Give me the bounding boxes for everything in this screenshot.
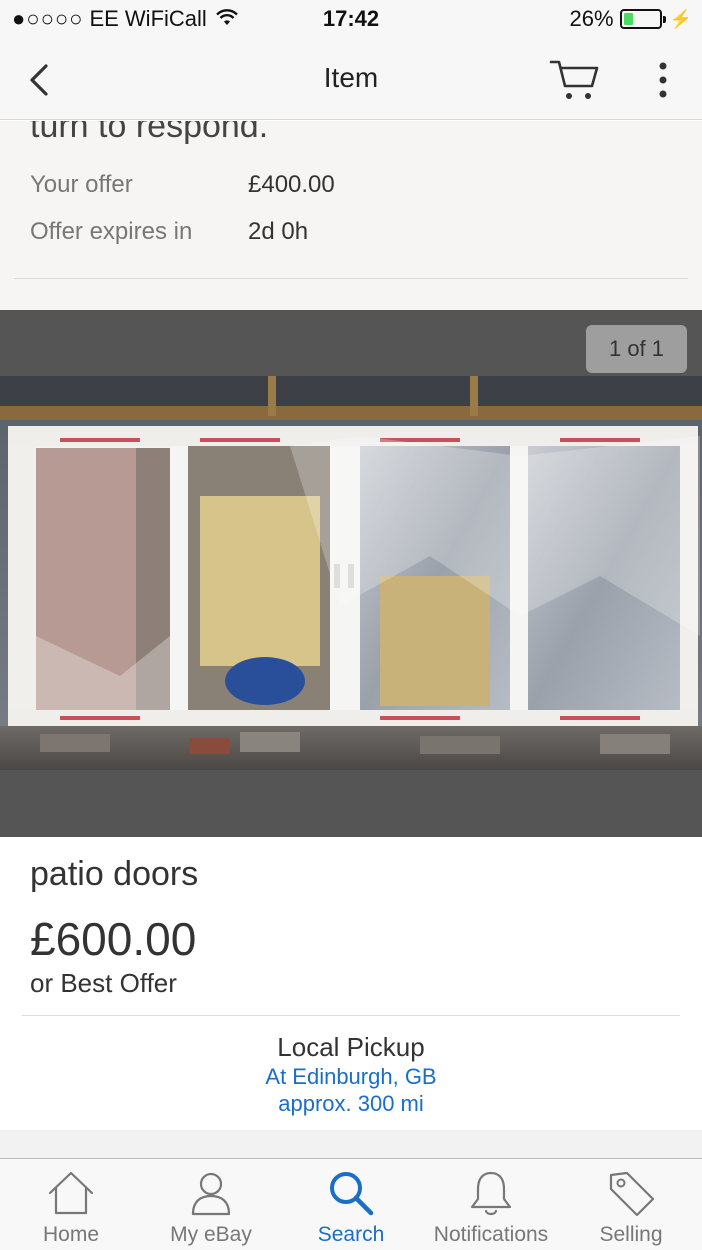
nav-bar: Item bbox=[0, 40, 702, 120]
charging-bolt-icon: ⚡ bbox=[669, 8, 692, 29]
your-offer-label: Your offer bbox=[30, 171, 133, 198]
battery-fill bbox=[623, 13, 633, 25]
cart-button[interactable] bbox=[548, 56, 602, 104]
cart-icon bbox=[549, 60, 599, 99]
divider bbox=[14, 278, 688, 279]
status-bar: ●○○○○ EE WiFiCall 17:42 26% ⚡ bbox=[0, 0, 702, 40]
home-icon bbox=[48, 1171, 94, 1215]
tab-my-ebay[interactable]: My eBay bbox=[141, 1159, 281, 1250]
your-offer-value: £400.00 bbox=[248, 171, 335, 198]
section-spacer bbox=[0, 1130, 702, 1158]
image-gallery[interactable]: 1 of 1 bbox=[0, 310, 702, 837]
offer-expires-row: Offer expires in 2d 0h bbox=[30, 218, 308, 246]
tab-search[interactable]: Search bbox=[281, 1159, 421, 1250]
item-title: patio doors bbox=[30, 855, 199, 893]
best-offer-label: or Best Offer bbox=[30, 968, 177, 998]
offer-expires-label: Offer expires in bbox=[30, 218, 193, 245]
chevron-left-icon bbox=[30, 64, 48, 96]
tab-my-ebay-label: My eBay bbox=[170, 1223, 252, 1246]
your-offer-row: Your offer £400.00 bbox=[30, 171, 335, 199]
tag-icon bbox=[609, 1171, 655, 1217]
bell-icon bbox=[470, 1171, 512, 1216]
tab-notifications-label: Notifications bbox=[433, 1223, 549, 1246]
search-icon bbox=[330, 1172, 374, 1216]
item-photo[interactable] bbox=[0, 376, 702, 770]
pickup-distance-link[interactable]: approx. 300 mi bbox=[0, 1091, 702, 1117]
tab-selling[interactable]: Selling bbox=[561, 1159, 701, 1250]
offer-message: turn to respond. bbox=[30, 121, 269, 145]
pickup-title: Local Pickup bbox=[277, 1032, 425, 1062]
tab-search-label: Search bbox=[317, 1223, 385, 1246]
image-counter: 1 of 1 bbox=[586, 325, 687, 373]
more-options-button[interactable] bbox=[648, 58, 678, 102]
item-price: £600.00 bbox=[30, 913, 197, 965]
back-button[interactable] bbox=[22, 60, 58, 100]
tab-bar: Home My eBay Search Notifications Sellin… bbox=[0, 1158, 702, 1250]
offer-expires-value: 2d 0h bbox=[248, 218, 309, 245]
offer-section: turn to respond. Your offer £400.00 Offer… bbox=[0, 121, 702, 310]
tab-home[interactable]: Home bbox=[1, 1159, 141, 1250]
tab-notifications[interactable]: Notifications bbox=[421, 1159, 561, 1250]
more-vertical-icon bbox=[659, 62, 667, 98]
divider bbox=[22, 1015, 680, 1016]
status-right: 26% ⚡ bbox=[570, 6, 692, 32]
battery-percent: 26% bbox=[569, 6, 614, 31]
tab-home-label: Home bbox=[42, 1223, 100, 1246]
tab-selling-label: Selling bbox=[599, 1223, 663, 1246]
battery-icon bbox=[619, 9, 666, 29]
person-icon bbox=[191, 1172, 231, 1216]
battery-cap bbox=[662, 16, 666, 23]
pickup-location-link[interactable]: At Edinburgh, GB bbox=[0, 1064, 702, 1090]
